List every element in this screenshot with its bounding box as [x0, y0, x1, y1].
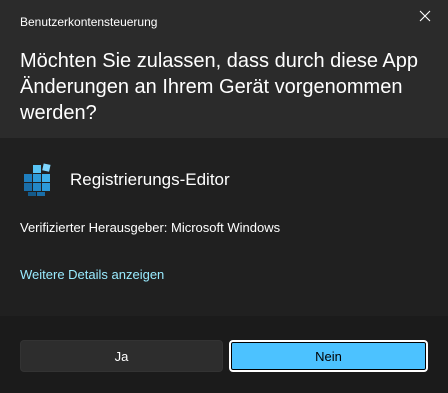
app-info: Registrierungs-Editor: [20, 162, 230, 198]
no-button[interactable]: Nein: [229, 340, 428, 372]
uac-dialog: Benutzerkontensteuerung Möchten Sie zula…: [0, 0, 448, 393]
window-title: Benutzerkontensteuerung: [20, 15, 158, 29]
show-details-link[interactable]: Weitere Details anzeigen: [20, 267, 164, 282]
yes-button[interactable]: Ja: [20, 340, 223, 372]
dialog-body: Registrierungs-Editor Verifizierter Hera…: [0, 138, 448, 316]
app-name: Registrierungs-Editor: [70, 170, 230, 189]
consent-question: Möchten Sie zulassen, dass durch diese A…: [20, 50, 419, 124]
verified-publisher: Verifizierter Herausgeber: Microsoft Win…: [20, 220, 281, 235]
registry-editor-icon: [24, 163, 51, 196]
close-icon: [419, 10, 431, 22]
close-button[interactable]: [402, 0, 448, 32]
dialog-header: Benutzerkontensteuerung Möchten Sie zula…: [0, 0, 448, 138]
dialog-footer: Ja Nein: [0, 316, 448, 393]
